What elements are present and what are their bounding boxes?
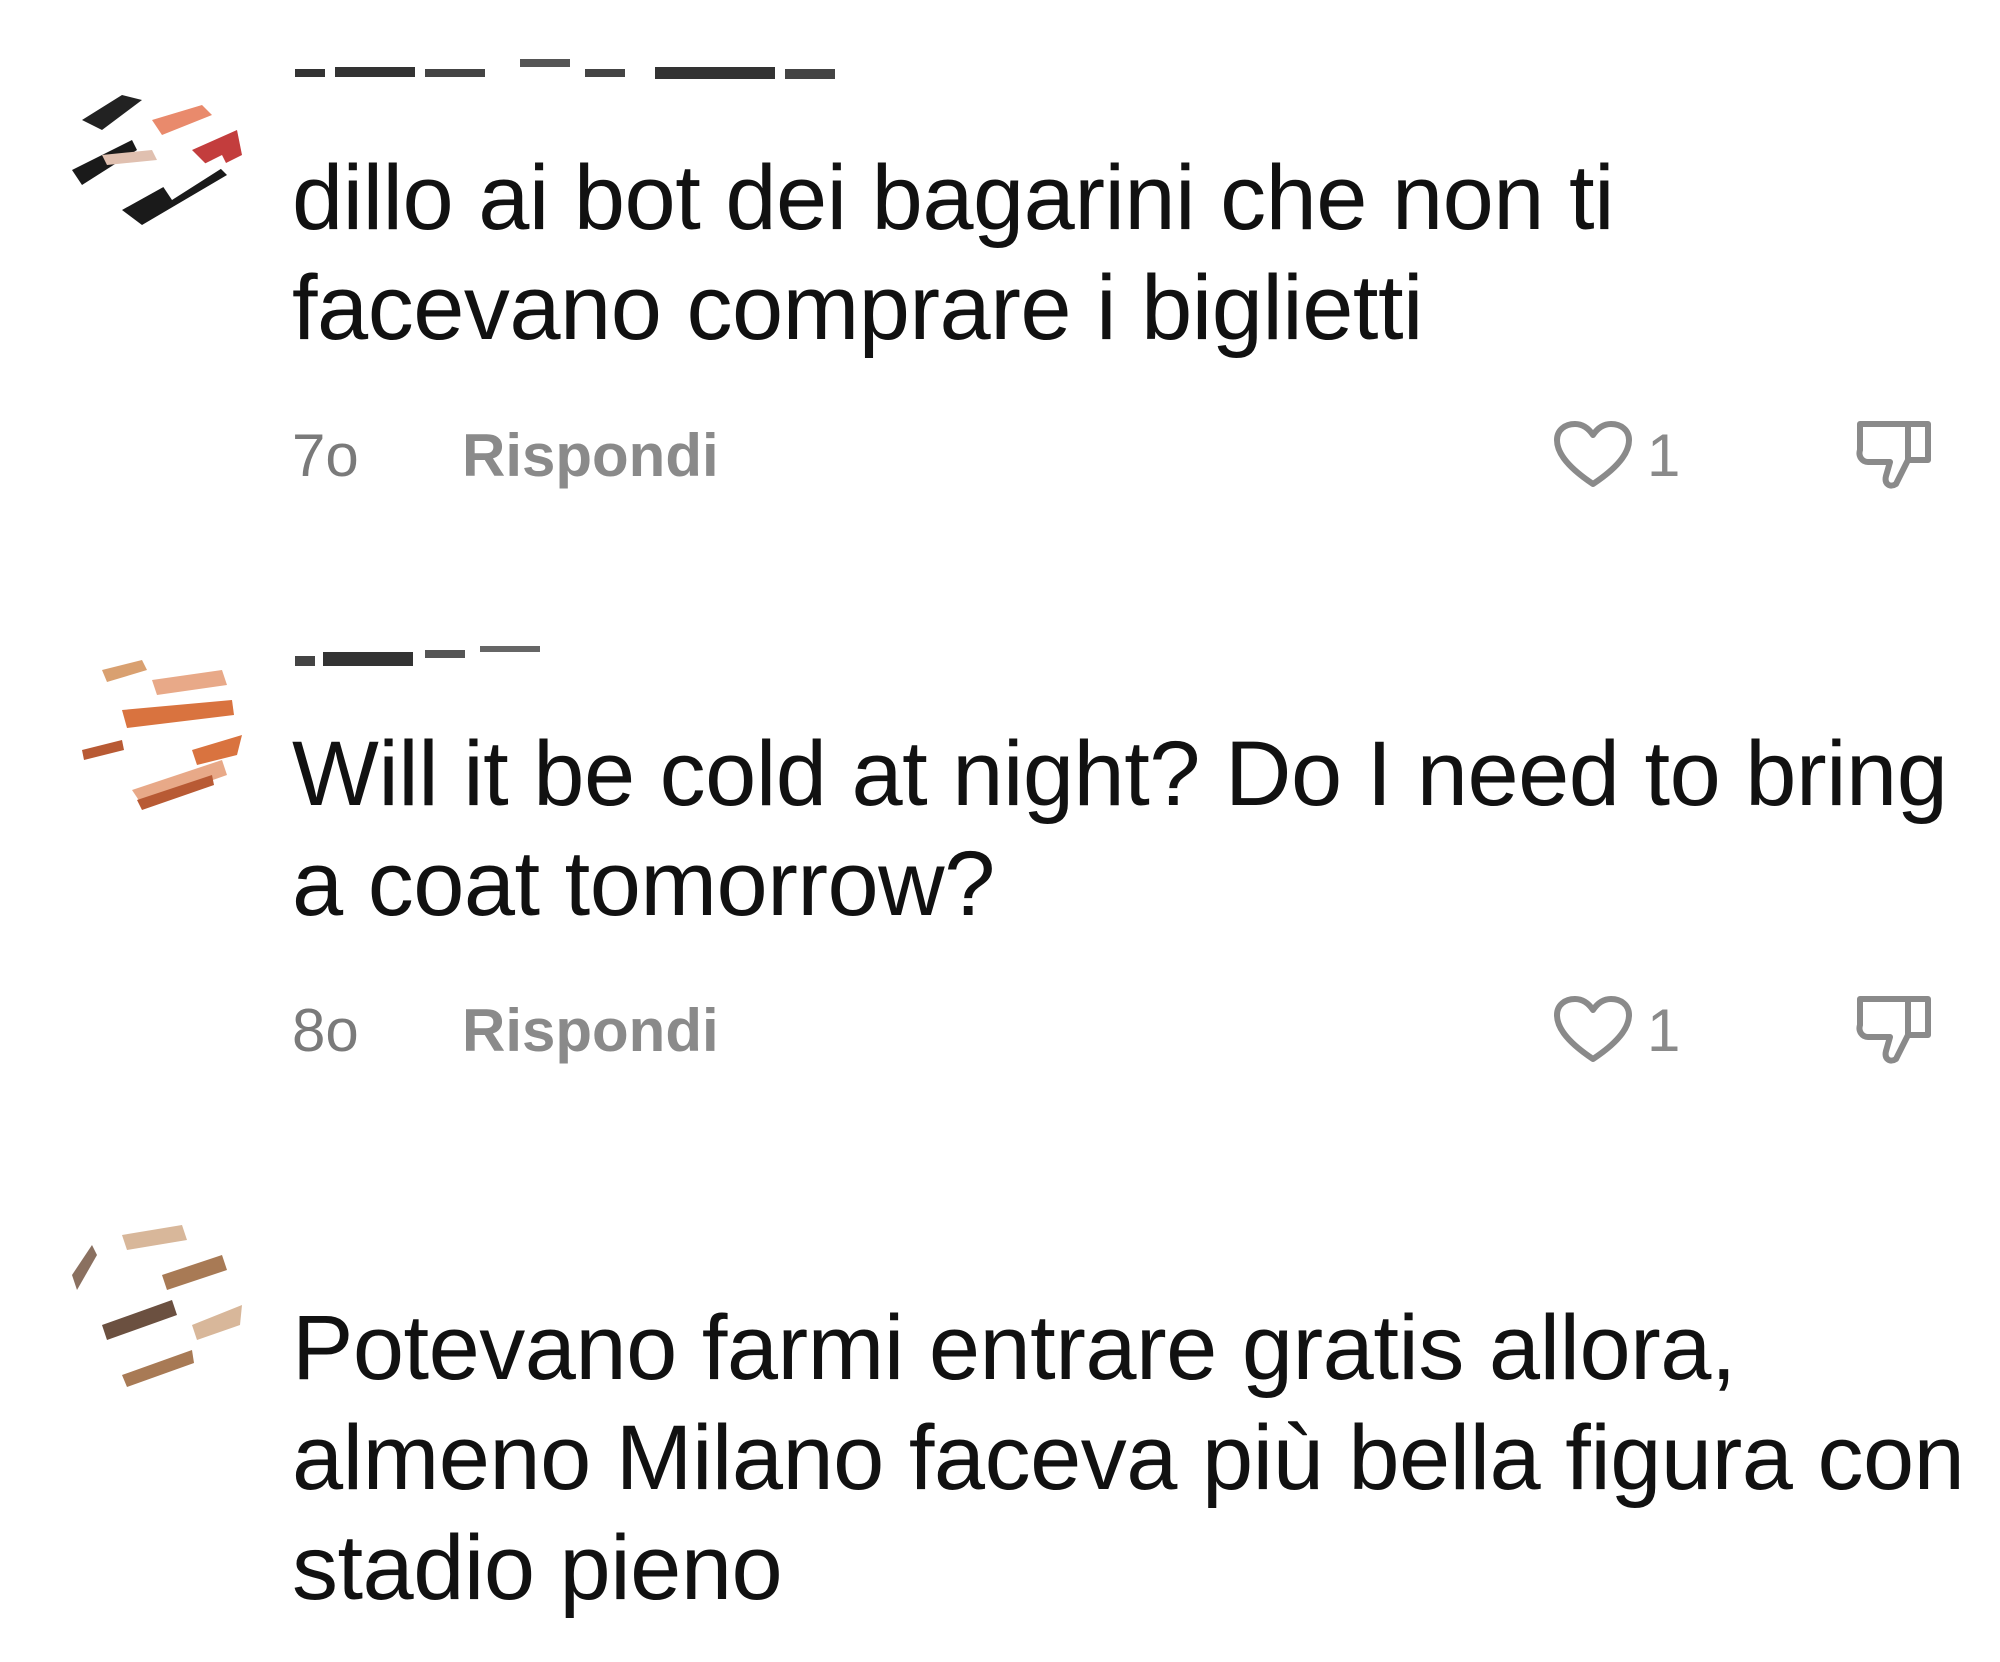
comment-text: Potevano farmi entrare gratis allora, al…	[292, 1297, 1965, 1619]
comment-item: Potevano farmi entrare gratis allora, al…	[0, 0, 2000, 1662]
avatar[interactable]	[62, 1215, 247, 1400]
